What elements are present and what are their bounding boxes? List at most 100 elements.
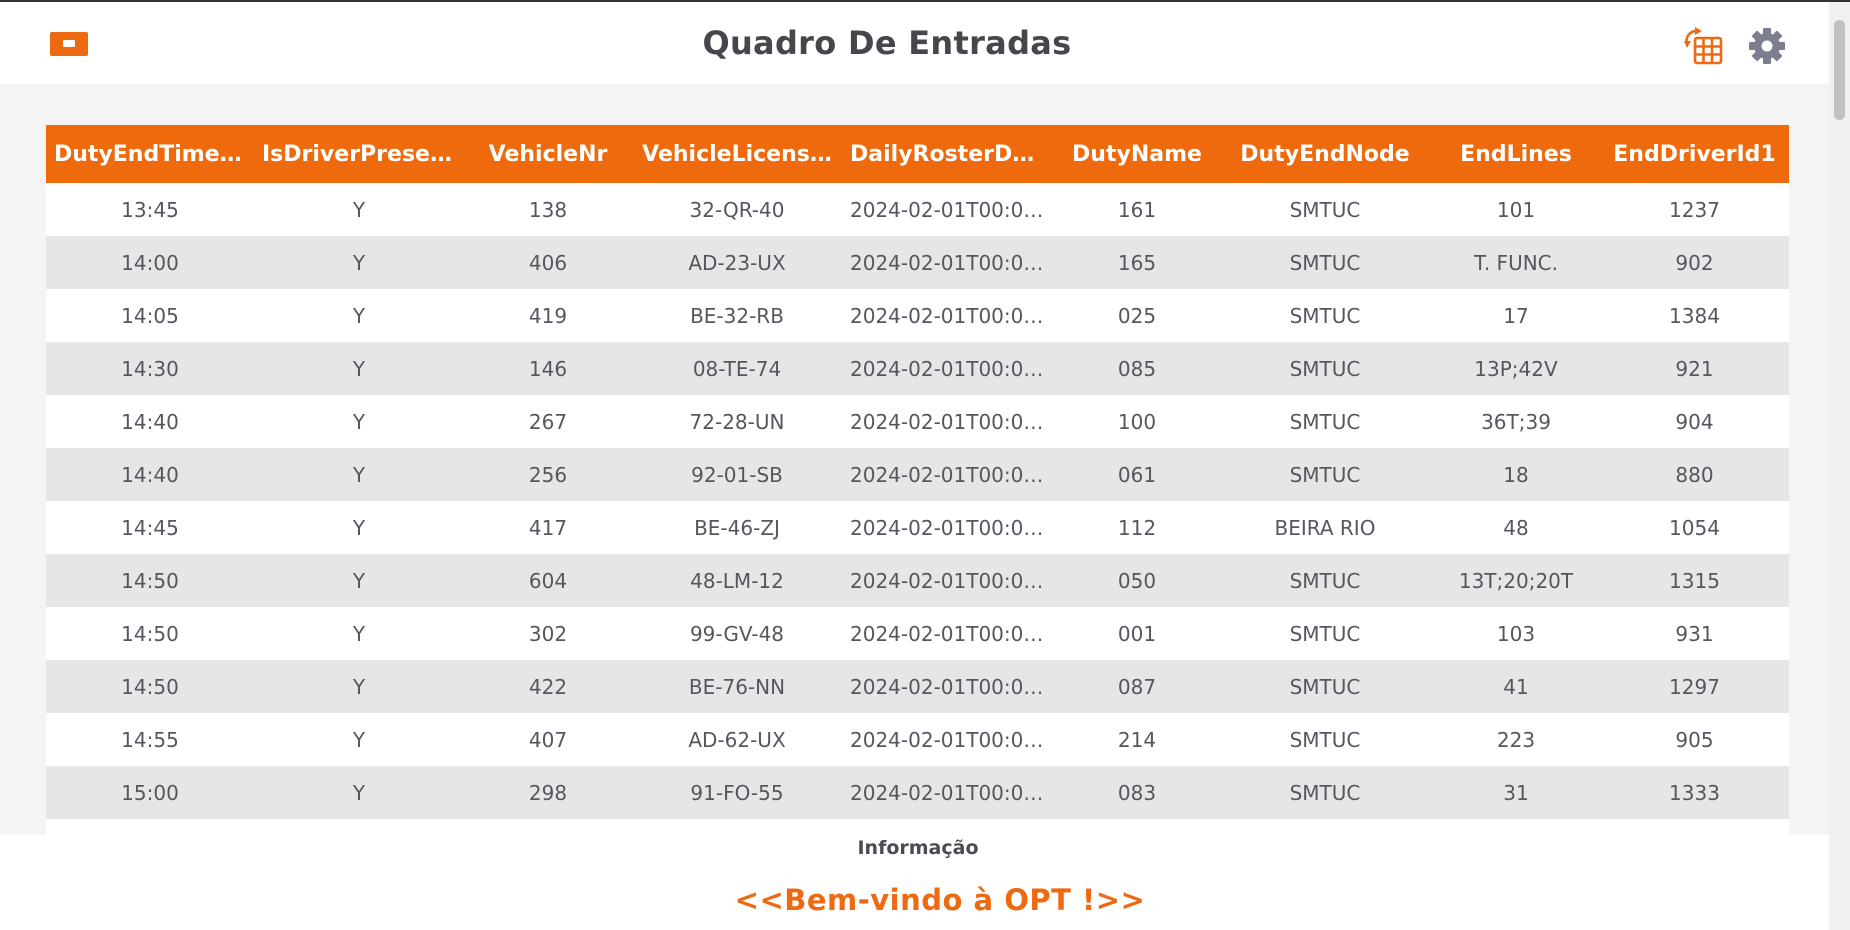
table-cell: Y — [352, 462, 366, 487]
table-cell: SMTUC — [1289, 674, 1361, 699]
table-cell: Y — [254, 819, 464, 836]
table-cell: Y — [352, 780, 366, 805]
table-row[interactable]: 15:00 Y 298 91-FO-55 2024-02-01T00:00… 083 SMT… — [46, 766, 1789, 819]
table-cell: 13P;42V — [1474, 356, 1558, 381]
table-row[interactable]: 14:50 Y 604 48-LM-12 2024-02-01T00:00… 050 SMT… — [46, 554, 1789, 607]
table-cell: 2024-02-01T00:00… — [850, 409, 1056, 434]
table-cell: 14:55 — [121, 727, 179, 752]
table-cell: 050 — [1117, 568, 1157, 593]
table-cell: BE-46-ZJ — [694, 515, 780, 540]
table-cell: 13T;20;20T — [1458, 568, 1574, 593]
table-cell: 604 — [528, 568, 568, 593]
table-cell: 880 — [1675, 462, 1714, 487]
table-cell: SMTUC — [1289, 462, 1361, 487]
column-header[interactable]: DutyEndNode — [1218, 125, 1432, 183]
table-cell: 2024-02-01T00:00… — [842, 819, 1056, 836]
page-scrollbar[interactable] — [1829, 2, 1850, 930]
column-header[interactable]: EndLines — [1432, 125, 1600, 183]
column-header[interactable]: VehicleLicens… — [632, 125, 842, 183]
table-cell: SMTUC — [1289, 197, 1361, 222]
column-header[interactable]: DutyName — [1056, 125, 1218, 183]
table-cell: 413 — [464, 819, 632, 836]
table-row[interactable]: 13:45 Y 138 32-QR-40 2024-02-01T00:00… 161 SMT… — [46, 183, 1789, 236]
table-cell: AD-22-UX — [632, 819, 842, 836]
table-row[interactable]: 14:30 Y 146 08-TE-74 2024-02-01T00:00… 085 SMT… — [46, 342, 1789, 395]
table-cell: 17 — [1503, 303, 1529, 328]
column-header[interactable]: DailyRosterDa… — [842, 125, 1056, 183]
table-row[interactable]: 14:40 Y 267 72-28-UN 2024-02-01T00:00… 100 SMT… — [46, 395, 1789, 448]
table-cell: 1054 — [1669, 515, 1720, 540]
table-cell: 72-28-UN — [689, 409, 785, 434]
table-cell: 146 — [528, 356, 568, 381]
table-cell: 422 — [528, 674, 568, 699]
scrollbar-thumb[interactable] — [1834, 20, 1845, 120]
table-cell: 001 — [1117, 621, 1157, 646]
info-panel: Informação <<Bem-vindo à OPT !>> — [0, 835, 1829, 930]
table-row[interactable]: 14:00 Y 406 AD-23-UX 2024-02-01T00:00… 165 SMT… — [46, 236, 1789, 289]
table-cell: 223 — [1496, 727, 1536, 752]
entries-table-container[interactable]: DutyEndTimeS… IsDriverPresent VehicleNr Veh… — [46, 125, 1789, 835]
table-cell: 41 — [1503, 674, 1529, 699]
table-cell: 1297 — [1669, 674, 1720, 699]
table-cell: 99-GV-48 — [689, 621, 785, 646]
table-cell: 48-LM-12 — [690, 568, 784, 593]
table-cell: SMTUC — [1289, 621, 1361, 646]
table-cell: 14:05 — [121, 303, 179, 328]
table-row[interactable]: 14:45 Y 417 BE-46-ZJ 2024-02-01T00:00… 112 BEI… — [46, 501, 1789, 554]
table-cell: 921 — [1675, 356, 1714, 381]
table-cell: 138 — [528, 197, 568, 222]
table-cell: SMTUC — [1289, 409, 1361, 434]
column-header[interactable]: IsDriverPresent — [254, 125, 464, 183]
grid-refresh-icon[interactable] — [1683, 26, 1725, 66]
table-cell: SMTUC — [1289, 568, 1361, 593]
table-cell: Y — [352, 515, 366, 540]
table-row[interactable]: 14:55 Y 407 AD-62-UX 2024-02-01T00:00… 214 SMT… — [46, 713, 1789, 766]
table-cell: 2024-02-01T00:00… — [850, 568, 1056, 593]
table-cell: 2024-02-01T00:00… — [850, 621, 1056, 646]
table-cell: 267 — [528, 409, 568, 434]
table-cell: 361 — [1432, 819, 1600, 836]
table-cell: SMTUC — [1289, 303, 1361, 328]
table-row[interactable]: 14:50 Y 422 BE-76-NN 2024-02-01T00:00… 087 SMT… — [46, 660, 1789, 713]
table-cell: 2024-02-01T00:00… — [850, 780, 1056, 805]
column-header[interactable]: DutyEndTimeS… — [46, 125, 254, 183]
table-cell: 011 — [1056, 819, 1218, 836]
table-cell: AD-62-UX — [688, 727, 786, 752]
table-cell: 14:30 — [121, 356, 179, 381]
table-cell: 18 — [1503, 462, 1529, 487]
table-row[interactable]: 14:40 Y 256 92-01-SB 2024-02-01T00:00… 061 SMT… — [46, 448, 1789, 501]
table-cell: Y — [352, 727, 366, 752]
table-cell: BEIRA RIO — [1274, 515, 1376, 540]
table-cell: 087 — [1117, 674, 1157, 699]
table-cell: 32-QR-40 — [689, 197, 785, 222]
table-cell: 2024-02-01T00:00… — [850, 303, 1056, 328]
table-cell: 214 — [1117, 727, 1157, 752]
table-cell: 1315 — [1669, 568, 1720, 593]
table-cell: 905 — [1675, 727, 1714, 752]
table-cell: 14:50 — [121, 621, 179, 646]
table-cell: 161 — [1117, 197, 1157, 222]
table-cell: BE-76-NN — [688, 674, 786, 699]
table-row[interactable]: 14:50 Y 302 99-GV-48 2024-02-01T00:00… 001 SMT… — [46, 607, 1789, 660]
table-cell: 36T;39 — [1481, 409, 1551, 434]
table-cell: 419 — [528, 303, 568, 328]
table-cell: 061 — [1117, 462, 1157, 487]
table-cell: 1333 — [1669, 780, 1720, 805]
table-cell: 14:00 — [121, 250, 179, 275]
table-cell: 256 — [528, 462, 568, 487]
table-cell: 2024-02-01T00:00… — [850, 674, 1056, 699]
welcome-message: <<Bem-vindo à OPT !>> — [734, 883, 1146, 917]
table-row[interactable]: 15:00Y413AD-22-UX2024-02-01T00:00…011SMT… — [46, 819, 1789, 835]
column-header[interactable]: EndDriverId1 — [1600, 125, 1789, 183]
table-cell: SMTUC — [1218, 819, 1432, 836]
table-cell: BE-32-RB — [690, 303, 784, 328]
table-cell: 14:45 — [121, 515, 179, 540]
table-cell: SMTUC — [1289, 356, 1361, 381]
table-cell: Y — [352, 409, 366, 434]
gear-icon[interactable] — [1747, 26, 1787, 66]
column-header[interactable]: VehicleNr — [464, 125, 632, 183]
table-cell: 2024-02-01T00:00… — [850, 197, 1056, 222]
table-row[interactable]: 14:05 Y 419 BE-32-RB 2024-02-01T00:00… 025 SMT… — [46, 289, 1789, 342]
table-header-row: DutyEndTimeS… IsDriverPresent VehicleNr Veh… — [46, 125, 1789, 183]
table-cell: 025 — [1117, 303, 1157, 328]
